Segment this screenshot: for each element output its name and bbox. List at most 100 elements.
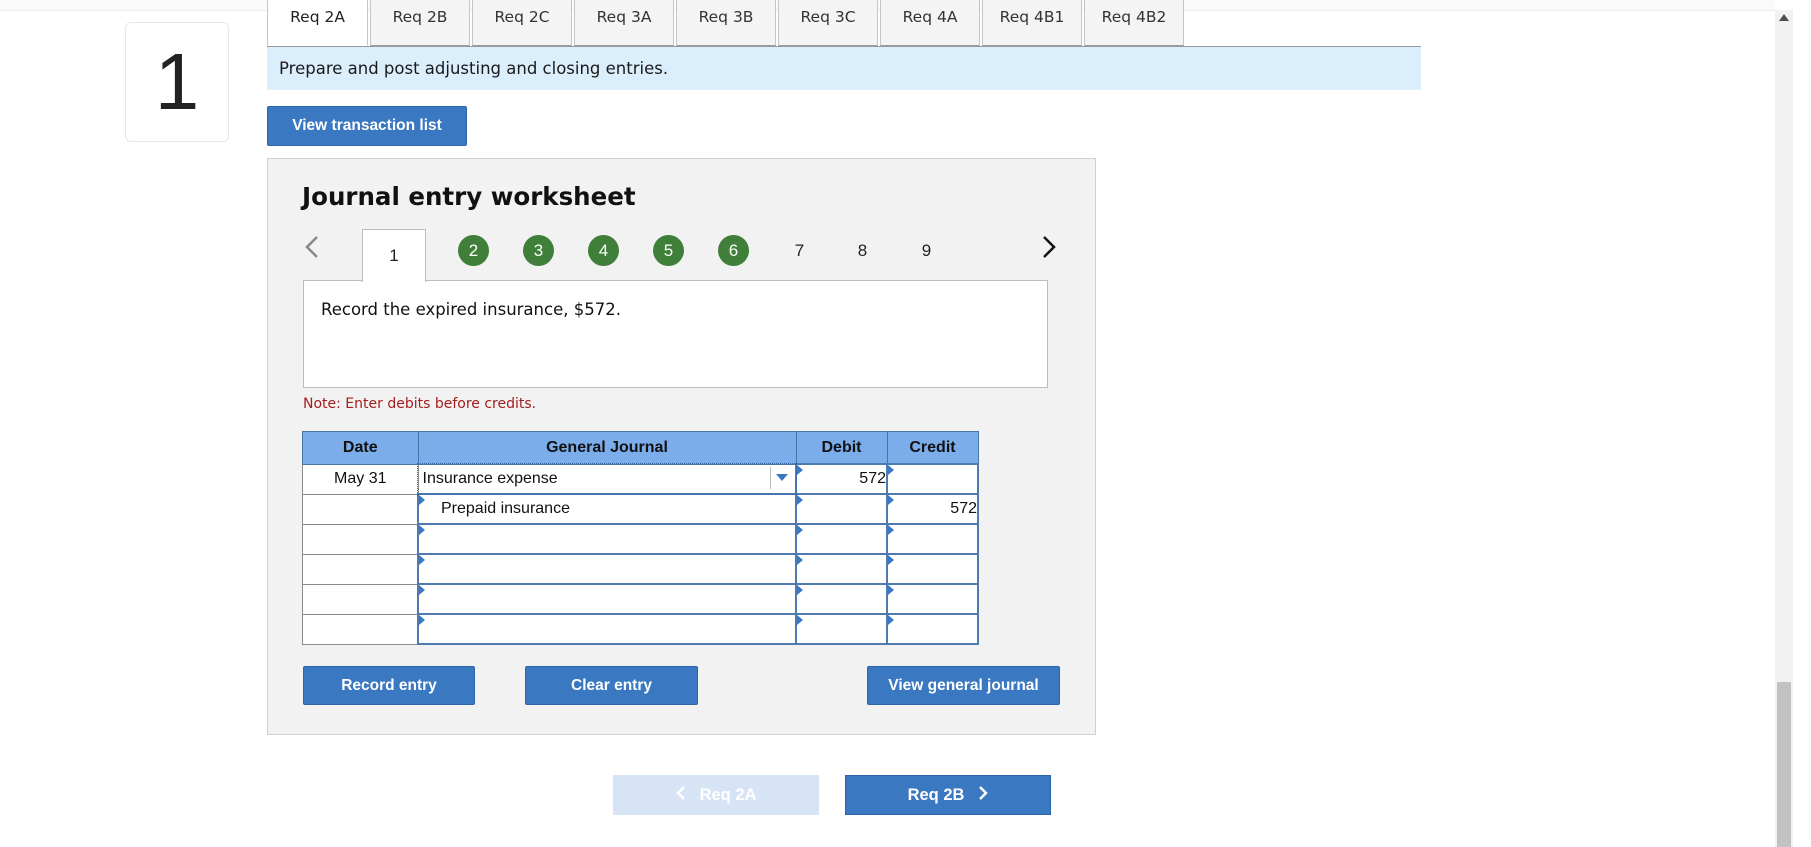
- button-label: Record entry: [341, 676, 437, 694]
- button-label: View general journal: [888, 676, 1039, 694]
- view-transaction-list-button[interactable]: View transaction list: [267, 106, 467, 146]
- column-header-credit: Credit: [886, 431, 979, 465]
- credit-input[interactable]: [886, 583, 979, 615]
- credit-input[interactable]: [886, 553, 979, 585]
- record-entry-button[interactable]: Record entry: [303, 666, 475, 705]
- input-marker-icon: [888, 585, 894, 595]
- step-label: 6: [728, 240, 739, 260]
- column-header-general-journal: General Journal: [417, 431, 797, 465]
- input-marker-icon: [797, 465, 803, 475]
- date-cell[interactable]: May 31: [302, 463, 419, 495]
- table-row: Prepaid insurance 572: [302, 493, 979, 525]
- scrollbar-thumb[interactable]: [1777, 682, 1791, 847]
- step-label: 4: [598, 240, 609, 260]
- step-5-completed[interactable]: 5: [653, 235, 684, 266]
- debit-input[interactable]: [795, 583, 888, 615]
- account-select[interactable]: [417, 523, 797, 555]
- tab-req-2c[interactable]: Req 2C: [472, 0, 572, 46]
- tab-req-2a[interactable]: Req 2A: [267, 0, 368, 46]
- account-select[interactable]: Prepaid insurance: [417, 493, 797, 525]
- tab-req-4b2[interactable]: Req 4B2: [1084, 0, 1184, 46]
- view-general-journal-button[interactable]: View general journal: [867, 666, 1060, 705]
- tab-label: Req 2C: [494, 8, 550, 26]
- table-row: [302, 583, 979, 615]
- button-label: Req 2A: [699, 785, 757, 804]
- tab-label: Req 2A: [290, 8, 345, 26]
- transaction-instruction: Record the expired insurance, $572.: [321, 300, 621, 319]
- date-cell[interactable]: [302, 613, 419, 645]
- account-select[interactable]: [417, 553, 797, 585]
- debit-input[interactable]: [795, 553, 888, 585]
- date-cell[interactable]: [302, 493, 419, 525]
- account-select[interactable]: [417, 613, 797, 645]
- next-step-arrow-icon[interactable]: [1040, 234, 1058, 267]
- worksheet-title: Journal entry worksheet: [302, 182, 636, 211]
- tab-label: Req 4B1: [999, 8, 1065, 26]
- tab-req-3a[interactable]: Req 3A: [574, 0, 674, 46]
- credit-value: 572: [950, 500, 977, 517]
- input-marker-icon: [888, 495, 894, 505]
- input-marker-icon: [888, 465, 894, 475]
- table-row: [302, 613, 979, 645]
- account-value: Prepaid insurance: [441, 500, 570, 517]
- tab-req-3c[interactable]: Req 3C: [778, 0, 878, 46]
- input-marker-icon: [888, 615, 894, 625]
- input-marker-icon: [419, 525, 425, 535]
- account-value: Insurance expense: [422, 469, 558, 487]
- tab-label: Req 3C: [800, 8, 856, 26]
- step-6-completed[interactable]: 6: [718, 235, 749, 266]
- prev-requirement-button[interactable]: Req 2A: [613, 775, 819, 815]
- step-1-active[interactable]: 1: [362, 229, 426, 282]
- input-marker-icon: [797, 555, 803, 565]
- tab-label: Req 2B: [392, 8, 448, 26]
- credit-input[interactable]: [886, 523, 979, 555]
- step-label: 3: [533, 240, 544, 260]
- tab-req-4a[interactable]: Req 4A: [880, 0, 980, 46]
- table-row: [302, 553, 979, 585]
- step-4-completed[interactable]: 4: [588, 235, 619, 266]
- table-row: [302, 523, 979, 555]
- debit-value: 572: [859, 470, 886, 487]
- credit-input[interactable]: [886, 613, 979, 645]
- tab-label: Req 3B: [698, 8, 754, 26]
- date-cell[interactable]: [302, 553, 419, 585]
- tab-label: Req 4B2: [1101, 8, 1167, 26]
- account-select[interactable]: [417, 583, 797, 615]
- date-cell[interactable]: [302, 583, 419, 615]
- credit-input[interactable]: [886, 463, 979, 495]
- step-label: 5: [663, 240, 674, 260]
- step-9[interactable]: 9: [911, 235, 942, 266]
- debit-input[interactable]: [795, 493, 888, 525]
- account-select[interactable]: Insurance expense: [417, 463, 797, 495]
- step-2-completed[interactable]: 2: [458, 235, 489, 266]
- prev-step-arrow-icon[interactable]: [303, 234, 321, 267]
- scroll-up-arrow-icon[interactable]: [1779, 14, 1789, 21]
- input-marker-icon: [419, 585, 425, 595]
- clear-entry-button[interactable]: Clear entry: [525, 666, 698, 705]
- dropdown-caret-icon[interactable]: [770, 466, 793, 489]
- step-7[interactable]: 7: [784, 235, 815, 266]
- tab-req-3b[interactable]: Req 3B: [676, 0, 776, 46]
- step-3-completed[interactable]: 3: [523, 235, 554, 266]
- date-cell[interactable]: [302, 523, 419, 555]
- input-marker-icon: [888, 555, 894, 565]
- credit-input[interactable]: 572: [886, 493, 979, 525]
- button-label: View transaction list: [292, 117, 442, 134]
- step-label: 7: [794, 240, 805, 260]
- tab-req-4b1[interactable]: Req 4B1: [982, 0, 1082, 46]
- requirement-tabs: Req 2A Req 2B Req 2C Req 3A Req 3B Req 3…: [267, 0, 1186, 47]
- next-requirement-button[interactable]: Req 2B: [845, 775, 1051, 815]
- debit-input[interactable]: 572: [795, 463, 888, 495]
- step-label: 8: [857, 240, 868, 260]
- debit-credit-note: Note: Enter debits before credits.: [303, 396, 537, 412]
- button-label: Req 2B: [907, 785, 965, 804]
- question-number-card: 1: [125, 22, 229, 142]
- debit-input[interactable]: [795, 523, 888, 555]
- input-marker-icon: [888, 525, 894, 535]
- tab-label: Req 3A: [596, 8, 652, 26]
- step-label: 2: [468, 240, 479, 260]
- tab-req-2b[interactable]: Req 2B: [370, 0, 470, 46]
- debit-input[interactable]: [795, 613, 888, 645]
- step-8[interactable]: 8: [847, 235, 878, 266]
- button-label: Clear entry: [571, 676, 652, 694]
